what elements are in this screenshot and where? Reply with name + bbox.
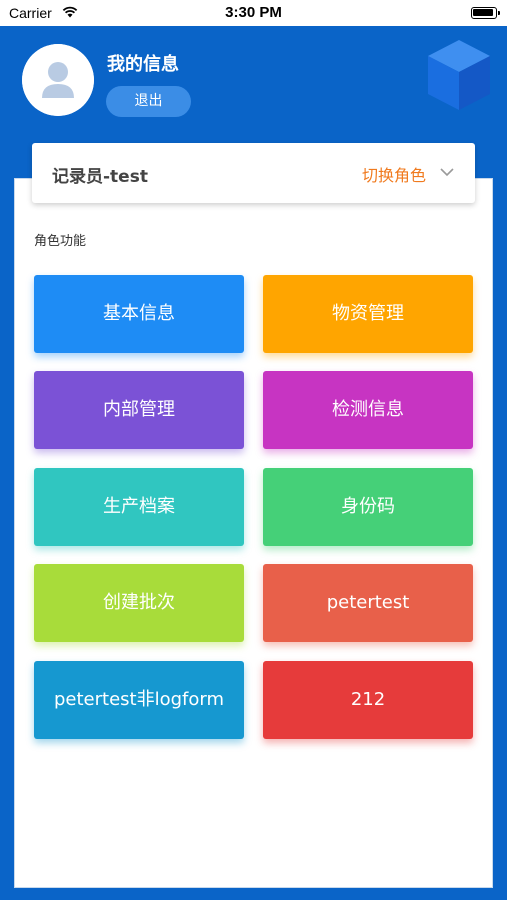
- cube-logo-icon: [428, 40, 490, 110]
- tile-identity-code[interactable]: 身份码: [263, 468, 473, 546]
- user-info-title: 我的信息: [107, 54, 179, 75]
- tile-inspection-info[interactable]: 检测信息: [263, 371, 473, 449]
- battery-icon: [471, 7, 500, 19]
- tile-basic-info[interactable]: 基本信息: [34, 275, 244, 353]
- clock: 3:30 PM: [225, 4, 282, 21]
- status-bar: Carrier 3:30 PM: [0, 0, 507, 26]
- tile-internal-management[interactable]: 内部管理: [34, 371, 244, 449]
- avatar[interactable]: [22, 44, 94, 116]
- logout-button[interactable]: 退出: [106, 86, 191, 117]
- tile-material-management[interactable]: 物资管理: [263, 275, 473, 353]
- section-title: 角色功能: [34, 234, 87, 249]
- tile-create-batch[interactable]: 创建批次: [34, 564, 244, 642]
- chevron-down-icon: [440, 168, 454, 177]
- user-silhouette-icon: [22, 44, 94, 116]
- tile-petertest-logform[interactable]: petertest非logform: [34, 661, 244, 739]
- switch-role-button[interactable]: 切换角色: [362, 162, 426, 186]
- role-selector[interactable]: 记录员-test 切换角色: [32, 143, 475, 203]
- tile-212[interactable]: 212: [263, 661, 473, 739]
- bottom-bar: [0, 888, 507, 900]
- tile-petertest[interactable]: petertest: [263, 564, 473, 642]
- tile-production-archive[interactable]: 生产档案: [34, 468, 244, 546]
- current-role-name: 记录员-test: [52, 167, 148, 187]
